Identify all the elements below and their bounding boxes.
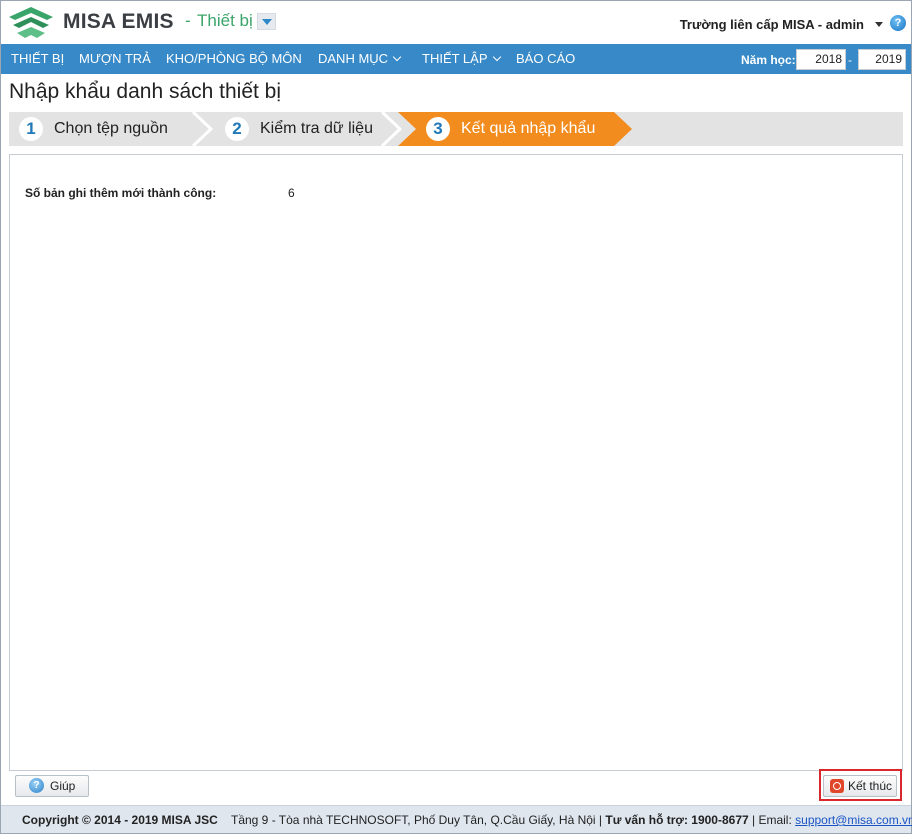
nav-item-muon-tra[interactable]: MƯỢN TRẢ <box>79 44 151 74</box>
step-label: Chọn tệp nguồn <box>54 120 168 137</box>
step-check-data: 2 Kiểm tra dữ liệu <box>215 112 395 146</box>
page-title: Nhập khẩu danh sách thiết bị <box>9 80 282 103</box>
school-year-to-input[interactable]: 2019 <box>858 49 906 70</box>
brand-name: MISA EMIS <box>63 10 174 33</box>
school-year-label: Năm học: <box>741 53 796 67</box>
footer-hotline: Tư vấn hỗ trợ: 1900-8677 <box>605 813 749 827</box>
module-name: Thiết bị <box>197 11 253 30</box>
step-number: 3 <box>426 117 450 141</box>
footer-address: Tầng 9 - Tòa nhà TECHNOSOFT, Phố Duy Tân… <box>231 813 603 827</box>
success-count-value: 6 <box>288 186 295 200</box>
module-dropdown-button[interactable] <box>257 13 276 30</box>
nav-item-bao-cao[interactable]: BÁO CÁO <box>516 44 575 74</box>
misa-logo-icon <box>9 7 53 38</box>
power-icon <box>830 779 844 793</box>
footer: Copyright © 2014 - 2019 MISA JSC Tầng 9 … <box>1 805 912 834</box>
school-year-dash: - <box>848 53 852 67</box>
main-nav: THIẾT BỊ MƯỢN TRẢ KHO/PHÒNG BỘ MÔN DANH … <box>1 44 911 74</box>
brand-separator: - <box>185 11 191 30</box>
user-dropdown-icon[interactable] <box>875 22 883 27</box>
finish-button[interactable]: Kết thúc <box>823 775 897 797</box>
step-choose-source: 1 Chọn tệp nguồn <box>9 112 199 146</box>
school-year-from-input[interactable]: 2018 <box>796 49 846 70</box>
help-button[interactable]: ? Giúp <box>15 775 89 797</box>
step-label: Kiểm tra dữ liệu <box>260 120 373 137</box>
help-button-label: Giúp <box>50 779 76 793</box>
support-email-link[interactable]: support@misa.com.vn <box>795 813 912 827</box>
nav-item-thiet-lap[interactable]: THIẾT LẬP <box>422 44 501 74</box>
user-name[interactable]: Trường liên cấp MISA - admin <box>680 17 864 32</box>
footer-contact: Tầng 9 - Tòa nhà TECHNOSOFT, Phố Duy Tân… <box>231 806 912 834</box>
nav-item-kho-phong-bo-mon[interactable]: KHO/PHÒNG BỘ MÔN <box>166 44 302 74</box>
app-header: MISA EMIS - Thiết bị Trường liên cấp MIS… <box>1 1 911 44</box>
help-icon[interactable]: ? <box>890 15 906 31</box>
help-icon: ? <box>29 778 44 793</box>
footer-copyright: Copyright © 2014 - 2019 MISA JSC <box>22 813 218 827</box>
nav-item-thiet-bi[interactable]: THIẾT BỊ <box>11 44 64 74</box>
nav-item-danh-muc[interactable]: DANH MỤC <box>318 44 402 74</box>
chevron-down-icon <box>392 52 402 62</box>
step-number: 1 <box>19 117 43 141</box>
wizard-steps: 1 Chọn tệp nguồn 2 Kiểm tra dữ liệu 3 Kế… <box>9 112 903 146</box>
footer-email-label: | Email: <box>752 813 792 827</box>
finish-button-label: Kết thúc <box>848 779 893 793</box>
step-number: 2 <box>225 117 249 141</box>
step-import-result: 3 Kết quả nhập khẩu <box>416 112 626 146</box>
step-label: Kết quả nhập khẩu <box>461 120 596 137</box>
success-count-label: Số bản ghi thêm mới thành công: <box>25 186 217 200</box>
result-panel: Số bản ghi thêm mới thành công: 6 <box>9 154 903 771</box>
chevron-down-icon <box>492 52 501 62</box>
